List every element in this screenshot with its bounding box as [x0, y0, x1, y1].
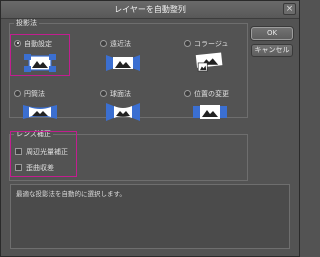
radio-spherical[interactable]: 球面法	[100, 89, 131, 99]
description-box: 最適な投影法を自動的に選択します。	[10, 184, 290, 249]
lens-correction-highlight	[10, 131, 77, 177]
radio-cylindrical-label: 円筒法	[24, 90, 45, 98]
spherical-layout-icon	[106, 103, 140, 121]
title-bar: レイヤーを自動整列	[1, 1, 299, 19]
radio-spherical-label: 球面法	[110, 90, 131, 98]
ok-button[interactable]: OK	[251, 27, 293, 40]
radio-reposition-dot[interactable]	[184, 89, 191, 97]
reposition-layout-icon	[193, 105, 227, 119]
cylindrical-layout-icon	[23, 105, 57, 119]
radio-perspective[interactable]: 遠近法	[100, 39, 131, 49]
radio-cylindrical[interactable]: 円筒法	[14, 89, 45, 99]
radio-cylindrical-dot[interactable]	[14, 89, 21, 97]
radio-collage-label: コラージュ	[194, 40, 229, 48]
cancel-button[interactable]: キャンセル	[251, 44, 293, 57]
window-title: レイヤーを自動整列	[114, 5, 186, 14]
collage-layout-icon	[195, 52, 223, 72]
close-button[interactable]: ×	[283, 3, 296, 15]
radio-collage[interactable]: コラージュ	[184, 39, 228, 49]
radio-collage-dot[interactable]	[184, 39, 191, 47]
auto-align-dialog: レイヤーを自動整列 × 投影法 自動設定 遠近法 コラージュ 円筒法 球面法 位…	[0, 0, 300, 257]
radio-perspective-label: 遠近法	[110, 40, 131, 48]
description-text: 最適な投影法を自動的に選択します。	[16, 190, 126, 198]
radio-spherical-dot[interactable]	[100, 89, 107, 97]
projection-legend: 投影法	[16, 19, 37, 27]
perspective-layout-icon	[106, 55, 140, 71]
radio-perspective-dot[interactable]	[100, 39, 107, 47]
radio-reposition[interactable]: 位置の変更	[184, 89, 229, 99]
radio-reposition-label: 位置の変更	[194, 90, 229, 98]
auto-option-highlight	[10, 34, 70, 76]
